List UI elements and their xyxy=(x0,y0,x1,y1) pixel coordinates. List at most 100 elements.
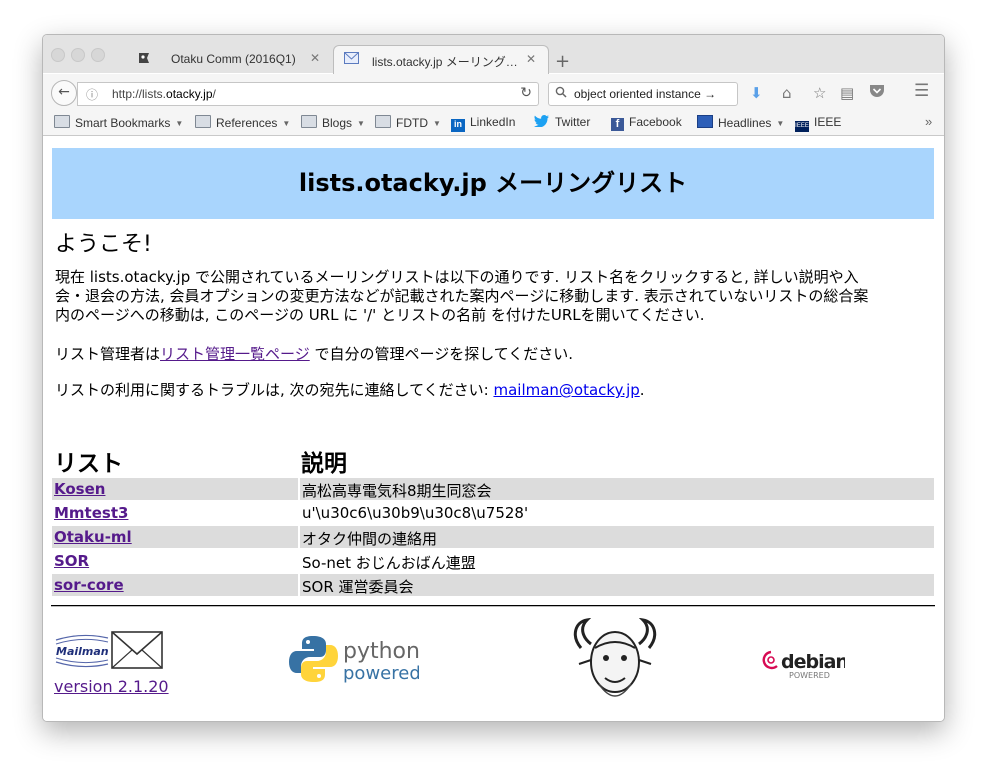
bookmark-ieee[interactable]: IEEE IEEE xyxy=(795,115,841,132)
tab-otaku-comm[interactable]: Otaku Comm (2016Q1) ✕ xyxy=(127,45,332,73)
list-link-otaku-ml[interactable]: Otaku-ml xyxy=(54,528,132,546)
page-title: lists.otacky.jp メーリングリスト xyxy=(298,169,688,197)
download-icon[interactable]: ⬇ xyxy=(750,84,763,102)
close-window-button[interactable] xyxy=(51,48,65,62)
list-link-mmtest3[interactable]: Mmtest3 xyxy=(54,504,128,522)
chevron-down-icon: ▼ xyxy=(175,119,184,128)
trouble-text-suffix: . xyxy=(639,381,645,399)
bookmark-label: Headlines xyxy=(718,116,772,130)
zoom-window-button[interactable] xyxy=(91,48,105,62)
intro-paragraph: 現在 lists.otacky.jp で公開されているメーリングリストは以下の通… xyxy=(55,268,925,325)
folder-icon xyxy=(375,115,391,128)
version-link[interactable]: version 2.1.20 xyxy=(54,677,169,696)
bookmark-star-icon[interactable]: ☆ xyxy=(813,84,826,102)
svg-text:python: python xyxy=(343,639,419,664)
new-tab-button[interactable]: + xyxy=(555,51,570,72)
minimize-window-button[interactable] xyxy=(71,48,85,62)
reading-list-icon[interactable]: ▤ xyxy=(840,84,854,102)
back-button[interactable]: ← xyxy=(51,80,77,106)
bookmark-twitter[interactable]: Twitter xyxy=(534,115,590,129)
admin-text-suffix: で自分の管理ページを探してください. xyxy=(309,345,574,363)
python-powered-logo[interactable]: python powered xyxy=(289,633,421,689)
bookmark-label: LinkedIn xyxy=(470,115,516,129)
folder-icon xyxy=(301,115,317,128)
tab-title: lists.otacky.jp メーリング… xyxy=(372,55,518,69)
url-bar[interactable]: ⓘ http://lists.otacky.jp/ ↻ xyxy=(77,82,539,106)
list-row: Otaku-ml オタク仲間の連絡用 xyxy=(52,526,934,548)
footer-divider xyxy=(51,605,935,607)
list-row: sor-core SOR 運営委員会 xyxy=(52,574,934,596)
mailman-email-link[interactable]: mailman@otacky.jp xyxy=(493,381,639,399)
bookmark-label: References xyxy=(216,116,278,130)
list-column-header: リスト xyxy=(54,451,123,477)
list-description: オタク仲間の連絡用 xyxy=(302,530,438,548)
ieee-icon: IEEE xyxy=(795,121,809,132)
list-row: Kosen 高松高専電気科8期生同窓会 xyxy=(52,478,934,500)
bookmark-label: Blogs xyxy=(322,116,353,130)
search-query: object oriented instance xyxy=(574,87,701,101)
url-domain: otacky.jp xyxy=(166,87,213,101)
list-description: u'\u30c6\u30b9\u30c8\u7528' xyxy=(302,504,529,522)
bookmark-headlines[interactable]: Headlines ▼ xyxy=(697,115,784,130)
site-favicon-icon xyxy=(137,51,151,68)
bookmark-smart-bookmarks[interactable]: Smart Bookmarks ▼ xyxy=(54,115,183,130)
page-content: lists.otacky.jp メーリングリスト ようこそ! 現在 lists.… xyxy=(43,136,944,721)
bookmark-label: IEEE xyxy=(814,115,842,129)
list-row: SOR So-net おじんおばん連盟 xyxy=(52,550,934,572)
url-suffix: / xyxy=(212,87,216,101)
search-icon xyxy=(555,86,567,101)
list-description: So-net おじんおばん連盟 xyxy=(302,554,476,572)
back-arrow-icon: ← xyxy=(58,84,70,100)
folder-icon xyxy=(195,115,211,128)
bookmark-references[interactable]: References ▼ xyxy=(195,115,290,130)
trouble-paragraph: リストの利用に関するトラブルは, 次の宛先に連絡してください: mailman@… xyxy=(55,381,925,400)
tab-title: Otaku Comm (2016Q1) xyxy=(171,52,296,66)
bookmark-label: Facebook xyxy=(629,115,682,129)
facebook-icon: f xyxy=(611,118,624,131)
browser-window: Otaku Comm (2016Q1) ✕ lists.otacky.jp メー… xyxy=(42,34,945,722)
debian-powered-logo[interactable]: debian POWERED xyxy=(759,646,849,684)
tab-close-icon[interactable]: ✕ xyxy=(310,51,320,65)
url-prefix: http://lists. xyxy=(112,87,167,101)
gnu-head-logo[interactable] xyxy=(569,617,661,708)
reload-icon[interactable]: ↻ xyxy=(520,85,532,101)
admin-text: リスト管理者は xyxy=(55,345,161,363)
menu-icon[interactable]: ☰ xyxy=(914,81,929,101)
bookmark-label: Smart Bookmarks xyxy=(75,116,171,130)
linkedin-icon: in xyxy=(451,119,465,132)
bookmarks-toolbar: Smart Bookmarks ▼ References ▼ Blogs ▼ FDTD… xyxy=(43,111,944,136)
chevron-down-icon: ▼ xyxy=(433,119,441,128)
svg-text:debian: debian xyxy=(781,651,845,673)
folder-icon xyxy=(54,115,70,128)
chevron-down-icon: ▼ xyxy=(282,119,291,128)
tab-close-icon[interactable]: ✕ xyxy=(526,52,536,66)
bookmark-blogs[interactable]: Blogs ▼ xyxy=(301,115,365,130)
list-description: SOR 運営委員会 xyxy=(302,578,414,596)
intro-line: 現在 lists.otacky.jp で公開されているメーリングリストは以下の通… xyxy=(55,268,859,286)
pocket-icon[interactable] xyxy=(869,84,885,102)
tab-bar: Otaku Comm (2016Q1) ✕ lists.otacky.jp メー… xyxy=(43,35,944,74)
intro-line: 会・退会の方法, 会員オプションの変更方法などが記載された案内ページに移動します… xyxy=(55,287,869,305)
list-link-sor[interactable]: SOR xyxy=(54,552,89,570)
bookmark-facebook[interactable]: f Facebook xyxy=(611,115,682,131)
welcome-heading: ようこそ! xyxy=(55,232,152,257)
list-link-kosen[interactable]: Kosen xyxy=(54,480,105,498)
svg-text:POWERED: POWERED xyxy=(789,671,830,680)
bookmarks-overflow-icon[interactable]: » xyxy=(925,114,932,129)
search-text: object oriented instance → xyxy=(574,87,717,101)
list-link-sor-core[interactable]: sor-core xyxy=(54,576,124,594)
page-header-banner: lists.otacky.jp メーリングリスト xyxy=(52,148,934,219)
tab-lists-otacky[interactable]: lists.otacky.jp メーリング… ✕ xyxy=(333,45,549,74)
bookmark-linkedin[interactable]: in LinkedIn xyxy=(451,115,515,132)
mail-favicon-icon xyxy=(344,52,359,67)
url-text: http://lists.otacky.jp/ xyxy=(112,87,216,101)
mailman-logo[interactable]: Mailman xyxy=(54,626,166,678)
intro-line: 内のページへの移動は, このページの URL に '/' とリストの名前 を付け… xyxy=(55,306,705,324)
admin-overview-link[interactable]: リスト管理一覧ページ xyxy=(160,345,310,363)
info-icon[interactable]: ⓘ xyxy=(86,86,98,103)
rss-icon xyxy=(697,115,713,128)
search-bar[interactable]: object oriented instance → xyxy=(548,82,738,106)
svg-text:powered: powered xyxy=(343,663,419,684)
home-icon[interactable]: ⌂ xyxy=(782,84,792,102)
bookmark-fdtd[interactable]: FDTD ▼ xyxy=(375,115,441,130)
